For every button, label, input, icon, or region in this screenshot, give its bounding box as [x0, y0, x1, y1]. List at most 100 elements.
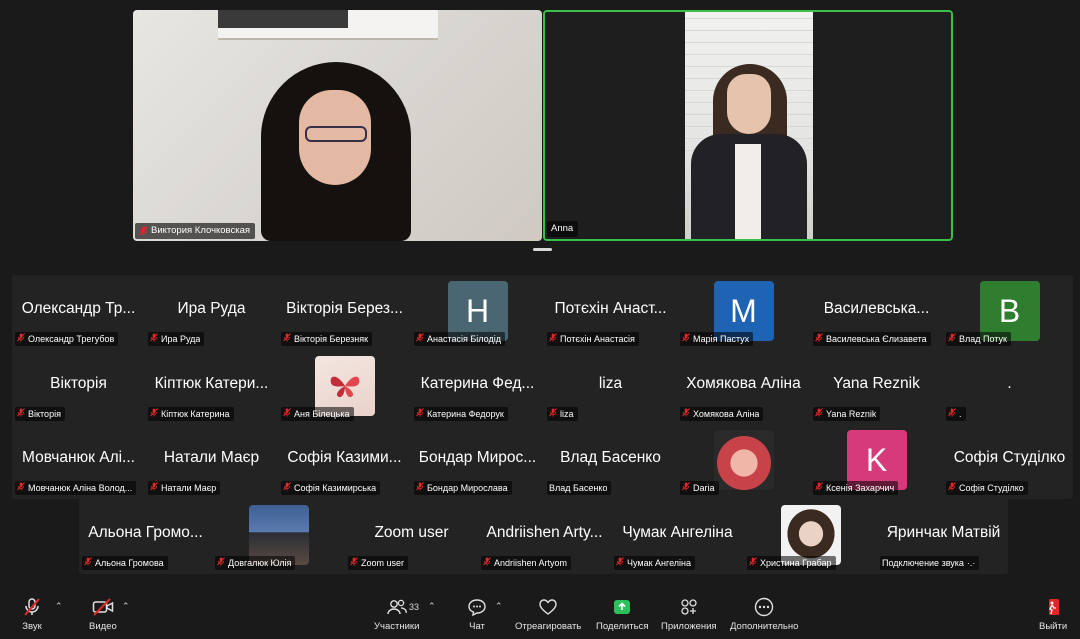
camera-off-icon [92, 597, 114, 617]
muted-mic-icon [416, 333, 424, 345]
participant-tile[interactable]: Хомякова Аліна Хомякова Аліна [677, 350, 810, 424]
muted-mic-icon [948, 333, 956, 345]
participant-tile[interactable]: Альона Громо... Альона Громова [79, 499, 212, 573]
video-label: Видео [89, 621, 117, 632]
participants-icon [386, 597, 408, 617]
participant-name: Влад Басенко [549, 483, 608, 493]
participant-name: Аня Білецька [294, 409, 350, 419]
share-button[interactable]: Поделиться [596, 597, 648, 633]
participant-display-name: Ира Руда [177, 300, 246, 317]
audio-button[interactable]: Звук [21, 597, 43, 633]
heart-icon [537, 597, 559, 617]
participants-count: 33 [409, 602, 420, 612]
muted-mic-icon [682, 482, 690, 494]
background-object [218, 10, 348, 28]
participant-tile[interactable]: Натали Маєр Натали Маєр [145, 424, 278, 498]
participant-tile[interactable]: K Ксенія Захарчич [810, 424, 943, 498]
participant-tile[interactable]: Вікторія Берез... Вікторія Березняк [278, 275, 411, 349]
participant-name: Олександр Трегубов [28, 334, 115, 344]
muted-mic-icon [150, 408, 158, 420]
participant-tile[interactable]: Чумак Ангеліна Чумак Ангеліна [611, 499, 744, 573]
participant-tile[interactable]: B Влад Потук [943, 275, 1076, 349]
participant-tile[interactable]: Мовчанюк Алі... Мовчанюк Аліна Волод... [12, 424, 145, 498]
participant-tile[interactable]: Аня Білецька [278, 350, 411, 424]
participant-tile[interactable]: Олександр Тр... Олександр Трегубов [12, 275, 145, 349]
participant-tile[interactable]: Яринчак Матвій Подключение звука ·.· [877, 499, 1010, 573]
apps-icon [678, 597, 700, 617]
profile-photo [713, 430, 774, 490]
participant-tile[interactable]: Василевська... Василевська Єлизавета [810, 275, 943, 349]
participant-tile[interactable]: Катерина Фед... Катерина Федорук [411, 350, 544, 424]
participant-name: liza [560, 409, 574, 419]
participant-tile[interactable]: Yana Reznik Yana Reznik [810, 350, 943, 424]
speaker-tile-2[interactable]: Anna [543, 10, 953, 241]
audio-options-caret[interactable]: ⌃ [55, 601, 63, 612]
participant-name: Альона Громова [95, 558, 164, 568]
share-label: Поделиться [596, 621, 649, 632]
participant-name: Yana Reznik [826, 409, 877, 419]
apps-button[interactable]: Приложения [661, 597, 717, 633]
participant-tile[interactable]: Кіптюк Катери... Кіптюк Катерина [145, 350, 278, 424]
muted-mic-icon [948, 482, 956, 494]
participant-name: Василевська Єлизавета [826, 334, 927, 344]
participant-tile[interactable]: Andriishen Arty... Andriishen Artyom [478, 499, 611, 573]
participant-name-tag: Вікторія [15, 407, 65, 421]
leave-button[interactable]: Выйти [1039, 597, 1067, 633]
participant-tile[interactable]: Ира Руда Ира Руда [145, 275, 278, 349]
participant-display-name: Софія Студілко [953, 449, 1066, 466]
chat-options-caret[interactable]: ⌃ [495, 601, 503, 612]
connecting-indicator-icon: ·.· [966, 558, 976, 568]
participant-name: Мовчанюк Аліна Волод... [28, 483, 133, 493]
speaker-name-tag: Виктория Клочковская [135, 223, 256, 239]
video-options-caret[interactable]: ⌃ [122, 601, 130, 612]
participant-tile[interactable]: Zoom user Zoom user [345, 499, 478, 573]
speaker-name: Виктория Клочковская [151, 225, 251, 236]
video-button[interactable]: Видео [89, 597, 117, 633]
meeting-toolbar: Звук ⌃ Видео ⌃ Участники 33 ⌃ Чат ⌃ Отре… [0, 583, 1080, 639]
participant-tile[interactable]: Софія Студілко Софія Студілко [943, 424, 1076, 498]
participant-name-tag: Влад Потук [946, 332, 1011, 346]
participants-options-caret[interactable]: ⌃ [428, 601, 436, 612]
participant-name: Софія Казимирська [294, 483, 377, 493]
participant-tile[interactable]: Софія Казими... Софія Казимирська [278, 424, 411, 498]
participant-name-tag: Олександр Трегубов [15, 332, 119, 346]
page-indicator[interactable] [533, 248, 552, 251]
participant-name-tag: Кіптюк Катерина [148, 407, 234, 421]
participant-tile[interactable]: Влад Басенко Влад Басенко [544, 424, 677, 498]
participant-display-name: Чумак Ангеліна [622, 524, 733, 541]
participant-name-tag: Софія Студілко [946, 481, 1028, 495]
participant-tile[interactable]: .. [943, 350, 1076, 424]
participant-tile[interactable]: Христина Грабар [744, 499, 877, 573]
participant-tile[interactable]: Бондар Мирос... Бондар Мирослава [411, 424, 544, 498]
participant-name: Ира Руда [161, 334, 201, 344]
muted-mic-icon [682, 333, 690, 345]
participant-tile[interactable]: Довгалюк Юлія [212, 499, 345, 573]
more-button[interactable]: Дополнительно [730, 597, 798, 633]
participant-name-tag: Влад Басенко [547, 481, 612, 495]
participant-name-tag: Ира Руда [148, 332, 205, 346]
participant-tile[interactable]: H Анастасія Білодід [411, 275, 544, 349]
participant-name-tag: Натали Маєр [148, 481, 221, 495]
participant-name-tag: Аня Білецька [281, 407, 354, 421]
react-button[interactable]: Отреагировать [515, 597, 581, 633]
participant-name-tag: Довгалюк Юлія [215, 556, 296, 570]
participant-tile[interactable]: M Марія Пастух [677, 275, 810, 349]
participant-name: Довгалюк Юлія [228, 558, 292, 568]
chat-icon [466, 597, 488, 617]
participant-tile[interactable]: Вікторія Вікторія [12, 350, 145, 424]
speaker-tile-1[interactable]: Виктория Клочковская [133, 10, 542, 241]
muted-mic-icon [416, 408, 424, 420]
participant-display-name: Хомякова Аліна [686, 375, 801, 392]
chat-button[interactable]: Чат [466, 597, 488, 633]
participant-display-name: Влад Басенко [560, 449, 661, 466]
participant-name: Бондар Мирослава [427, 483, 508, 493]
participant-display-name: Олександр Тр... [21, 300, 136, 317]
muted-mic-icon [150, 333, 158, 345]
participant-tile[interactable]: Потєхін Анаст... Потєхін Анастасія [544, 275, 677, 349]
participant-name-tag: Ксенія Захарчич [813, 481, 899, 495]
participant-tile[interactable]: liza liza [544, 350, 677, 424]
participant-tile[interactable]: Daria [677, 424, 810, 498]
participant-display-name: Натали Маєр [163, 449, 260, 466]
participant-display-name: Yana Reznik [833, 375, 920, 392]
mic-muted-icon [21, 597, 43, 617]
